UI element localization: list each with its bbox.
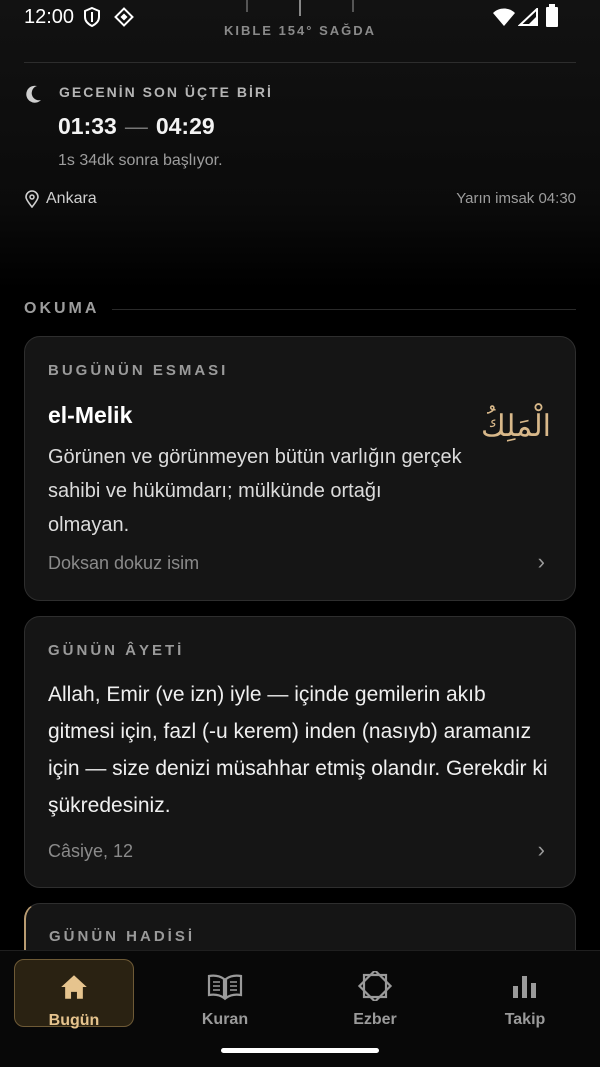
star-icon [357,971,393,1001]
book-icon [207,974,243,1001]
next-imsak: Yarın imsak 04:30 [456,190,576,207]
nav-item-bugun[interactable]: Bugün [14,959,134,1029]
ayet-text: Allah, Emir (ve izn) iyle — içinde gemil… [48,683,548,817]
ayet-reference[interactable]: Câsiye, 12 [48,841,133,862]
night-countdown: 1s 34dk sonra başlıyor. [58,152,223,169]
time-separator: — [124,113,148,139]
qibla-tick [352,0,354,12]
chevron-right-icon: › [537,837,545,862]
nav-label: Bugün [48,1012,100,1029]
night-time-range: 01:33 — 04:29 [58,113,215,140]
nav-label: Ezber [353,1011,397,1028]
qibla-tick [246,0,248,12]
header-background [0,0,600,290]
nav-label: Kuran [201,1011,249,1028]
night-title: GECENİN SON ÜÇTE BİRİ [59,84,273,100]
esma-label: BUGÜNÜN ESMASI [48,362,229,379]
home-indicator[interactable] [221,1048,379,1053]
nav-label: Takip [504,1011,546,1028]
nav-item-takip[interactable]: Takip [465,959,585,1028]
nav-item-ezber[interactable]: Ezber [315,959,435,1028]
bar-chart-icon [513,976,536,998]
section-header: OKUMA [24,300,576,320]
hadis-label: GÜNÜN HADİSİ [49,928,196,945]
esma-list-link[interactable]: Doksan dokuz isim [48,553,199,574]
moon-icon [26,85,41,103]
section-title: OKUMA [24,300,100,317]
qibla-direction: KIBLE 154° SAĞDA [223,23,377,38]
qibla-tick [299,0,301,16]
location-pin-icon [25,190,39,208]
header-divider [24,62,576,63]
night-end-time: 04:29 [155,113,215,139]
ayet-card[interactable]: GÜNÜN ÂYETİ Allah, Emir (ve izn) iyle — … [24,616,576,888]
location-city: Ankara [46,190,97,207]
esma-arabic: الْمَلِكُ [480,409,551,444]
section-divider [112,309,576,310]
ayet-label: GÜNÜN ÂYETİ [48,642,185,659]
location-row[interactable]: Ankara Yarın imsak 04:30 [24,189,576,211]
home-icon [61,975,87,999]
esma-description: Görünen ve görünmeyen bütün varlığın ger… [48,446,462,536]
nav-item-kuran[interactable]: Kuran [165,959,285,1028]
esma-name: el-Melik [48,402,133,428]
chevron-right-icon: › [537,549,545,574]
esma-card[interactable]: BUGÜNÜN ESMASI el-Melik الْمَلِكُ Görüne… [24,336,576,601]
night-start-time: 01:33 [58,113,117,139]
